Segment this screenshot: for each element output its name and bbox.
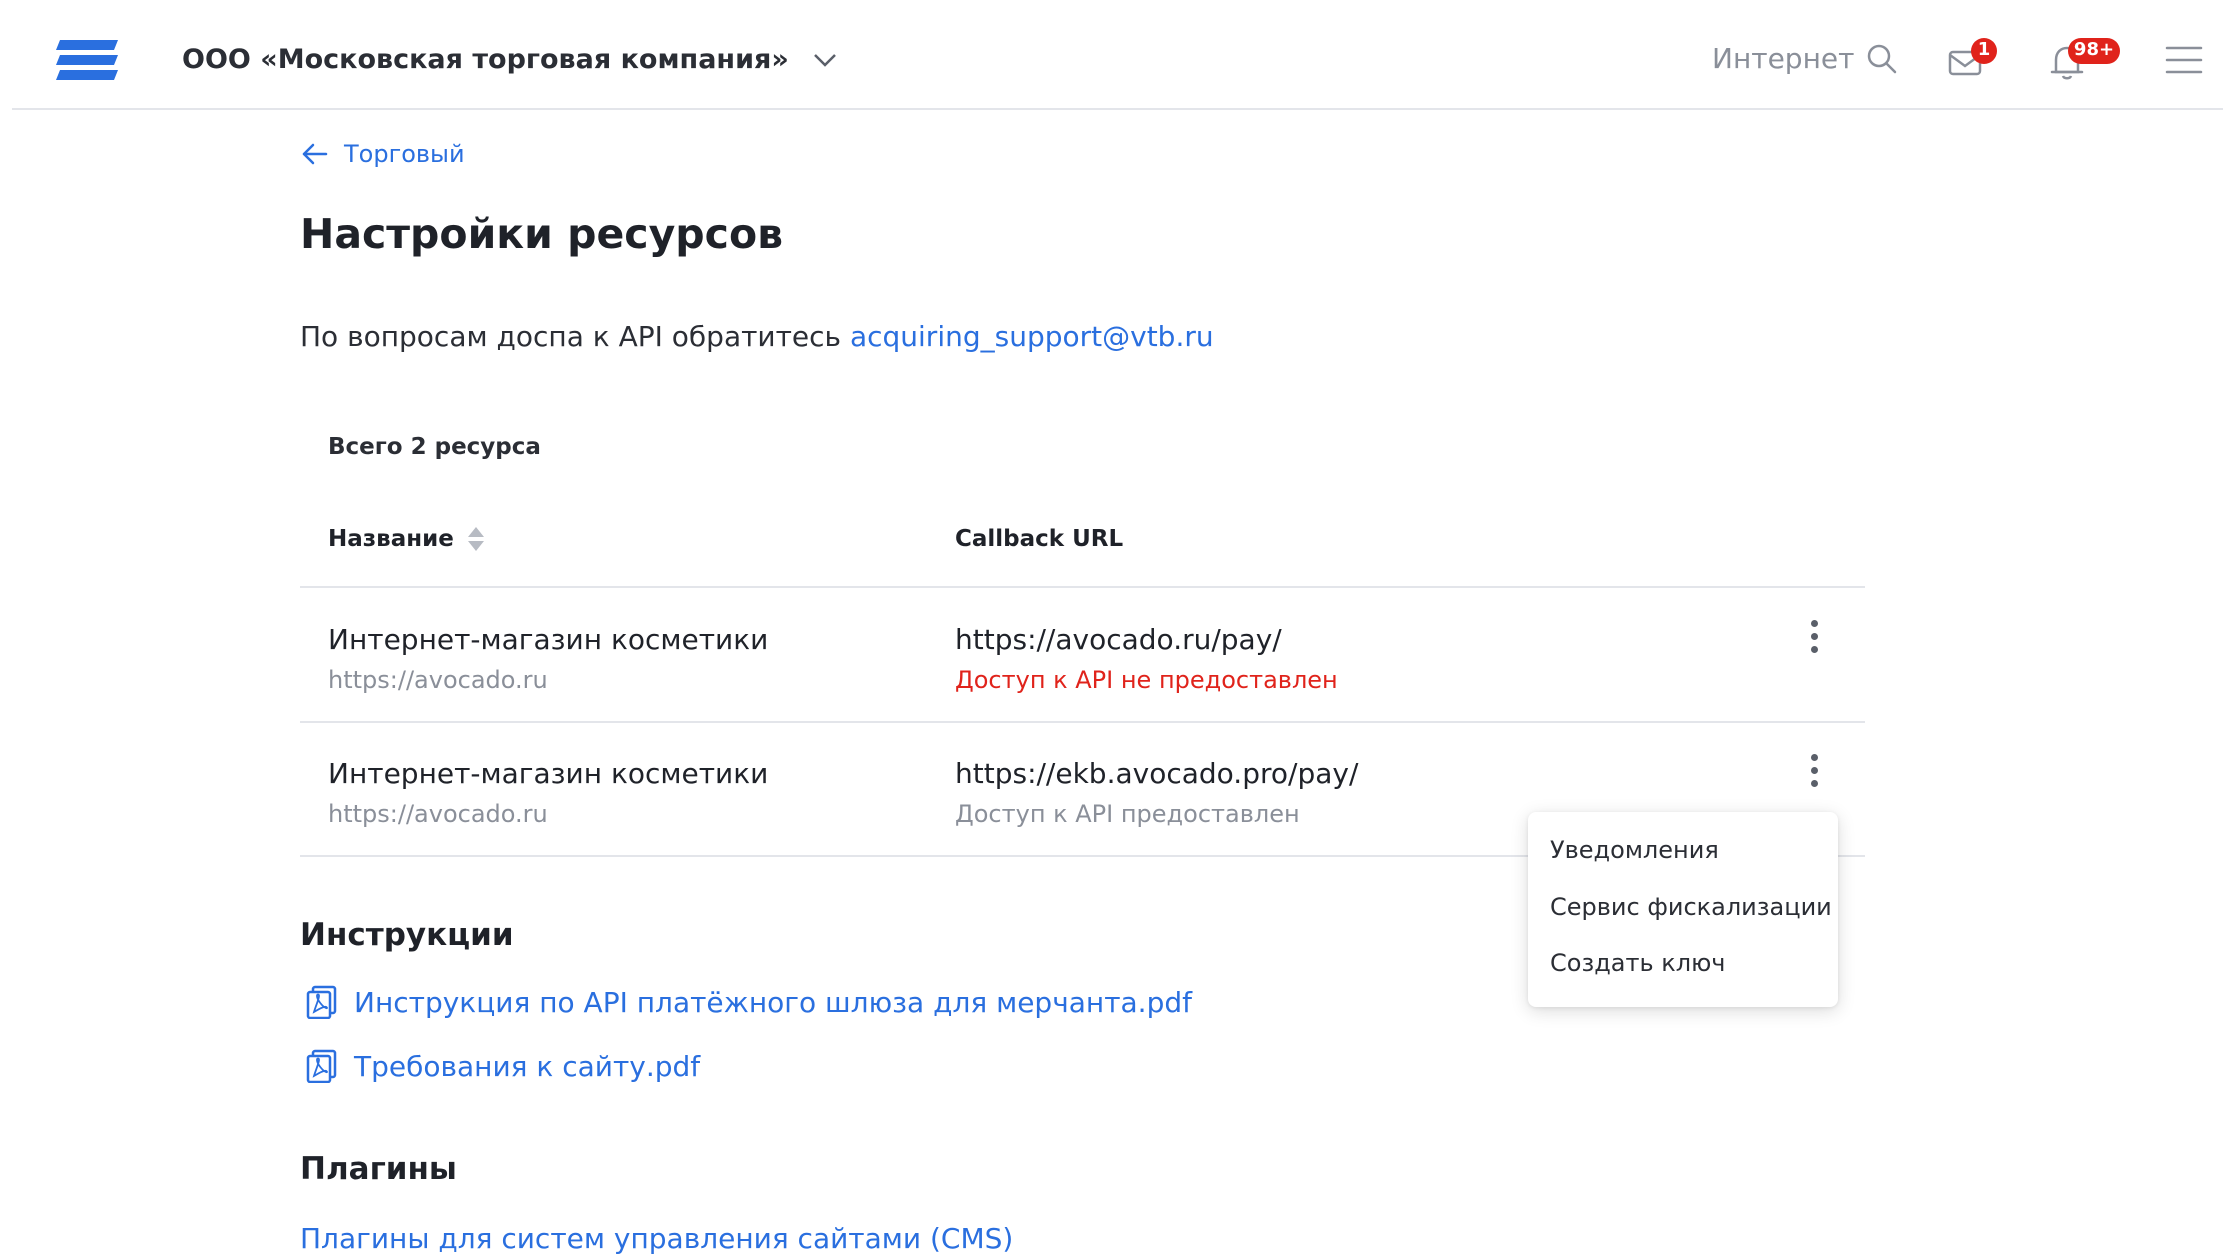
callback-url: https://avocado.ru/pay/ xyxy=(955,623,1282,656)
menu-item-notifications[interactable]: Уведомления xyxy=(1550,836,1719,864)
resource-name: Интернет-магазин косметики xyxy=(328,757,769,790)
doc-link-api-instruction[interactable]: Инструкция по API платёжного шлюза для м… xyxy=(306,985,1192,1019)
chevron-down-icon xyxy=(813,53,836,67)
menu-item-fiscalization[interactable]: Сервис фискализации xyxy=(1550,893,1832,921)
table-divider xyxy=(300,721,1865,723)
menu-item-create-key[interactable]: Создать ключ xyxy=(1550,949,1725,977)
support-email-link[interactable]: acquiring_support@vtb.ru xyxy=(850,320,1214,353)
search-label: Интернет xyxy=(1712,42,1855,75)
more-options-icon[interactable] xyxy=(1808,620,1820,653)
plugins-title: Плагины xyxy=(300,1151,457,1187)
notifications-button[interactable]: 98+ xyxy=(2048,38,2120,86)
pdf-icon xyxy=(306,985,337,1019)
column-header-url: Callback URL xyxy=(955,526,1124,552)
sort-icon xyxy=(467,527,484,551)
resource-site: https://avocado.ru xyxy=(328,800,548,828)
doc-link-label: Инструкция по API платёжного шлюза для м… xyxy=(354,985,1192,1019)
table-divider xyxy=(300,586,1865,588)
doc-link-label: Требования к сайту.pdf xyxy=(354,1049,701,1083)
mail-button[interactable]: 1 xyxy=(1947,38,1997,82)
pdf-icon xyxy=(306,1049,337,1083)
menu-icon[interactable] xyxy=(2165,44,2203,76)
logo-icon[interactable] xyxy=(54,40,124,80)
search-button[interactable]: Интернет xyxy=(1712,42,1898,75)
back-link[interactable]: Торговый xyxy=(302,140,465,168)
page-title: Настройки ресурсов xyxy=(300,210,784,258)
search-icon xyxy=(1868,44,1897,73)
context-menu: Уведомления Сервис фискализации Создать … xyxy=(1528,812,1838,1007)
support-text: По вопросам доспа к API обратитесь acqui… xyxy=(300,320,1214,353)
arrow-left-icon xyxy=(302,143,328,165)
column-header-name-label: Название xyxy=(328,526,454,552)
doc-link-site-requirements[interactable]: Требования к сайту.pdf xyxy=(306,1049,700,1083)
more-options-icon[interactable] xyxy=(1808,754,1820,787)
company-name: ООО «Московская торговая компания» xyxy=(182,44,789,75)
back-link-label: Торговый xyxy=(344,140,465,168)
api-status: Доступ к API предоставлен xyxy=(955,800,1300,828)
company-selector[interactable]: ООО «Московская торговая компания» xyxy=(182,44,839,75)
api-status: Доступ к API не предоставлен xyxy=(955,666,1338,694)
top-bar: ООО «Московская торговая компания» Интер… xyxy=(12,0,2223,110)
total-count: Всего 2 ресурса xyxy=(328,434,541,460)
support-prefix: По вопросам доспа к API обратитесь xyxy=(300,320,842,353)
instructions-title: Инструкции xyxy=(300,917,514,953)
notifications-badge: 98+ xyxy=(2068,38,2120,64)
column-header-name[interactable]: Название xyxy=(328,526,484,552)
callback-url: https://ekb.avocado.pro/pay/ xyxy=(955,757,1359,790)
resource-site: https://avocado.ru xyxy=(328,666,548,694)
mail-badge: 1 xyxy=(1971,38,1997,64)
cms-plugins-link[interactable]: Плагины для систем управления сайтами (C… xyxy=(300,1222,1013,1255)
resource-name: Интернет-магазин косметики xyxy=(328,623,769,656)
